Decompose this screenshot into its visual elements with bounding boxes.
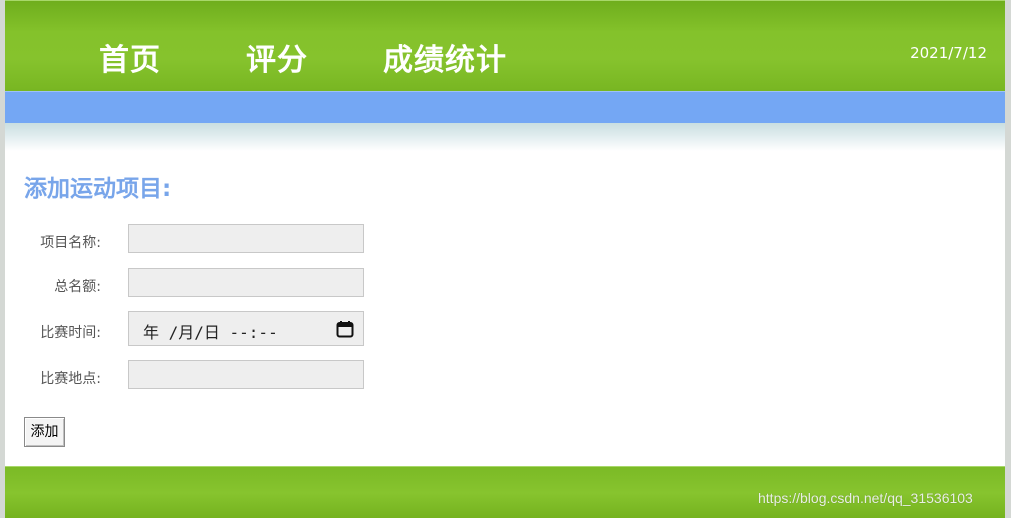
watermark-text: https://blog.csdn.net/qq_31536103 [758, 490, 973, 506]
add-button[interactable]: 添加 [24, 417, 65, 447]
nav-item-score[interactable]: 评分 [246, 35, 308, 79]
field-label-quota: 总名额: [54, 279, 101, 295]
field-label-venue: 比赛地点: [40, 371, 101, 387]
match-time-input[interactable]: 年 /月/日 --:-- [128, 311, 364, 346]
match-time-placeholder: 年 /月/日 --:-- [143, 323, 278, 342]
field-label-match-time: 比赛时间: [40, 325, 101, 341]
venue-input[interactable] [128, 360, 364, 389]
nav-item-statistics[interactable]: 成绩统计 [383, 35, 507, 79]
sub-nav-bar [5, 91, 1005, 124]
calendar-icon[interactable] [336, 320, 354, 338]
header-gradient-divider [5, 123, 1005, 151]
field-label-item-name: 项目名称: [40, 235, 101, 251]
nav-item-home[interactable]: 首页 [99, 35, 161, 79]
current-date: 2021/7/12 [910, 44, 987, 62]
page-frame: 首页 评分 成绩统计 2021/7/12 添加运动项目: 项目名称: 总名额: … [5, 0, 1005, 518]
top-nav-bar: 首页 评分 成绩统计 2021/7/12 [5, 0, 1005, 91]
page-title: 添加运动项目: [24, 176, 172, 202]
item-name-input[interactable] [128, 224, 364, 253]
quota-input[interactable] [128, 268, 364, 297]
